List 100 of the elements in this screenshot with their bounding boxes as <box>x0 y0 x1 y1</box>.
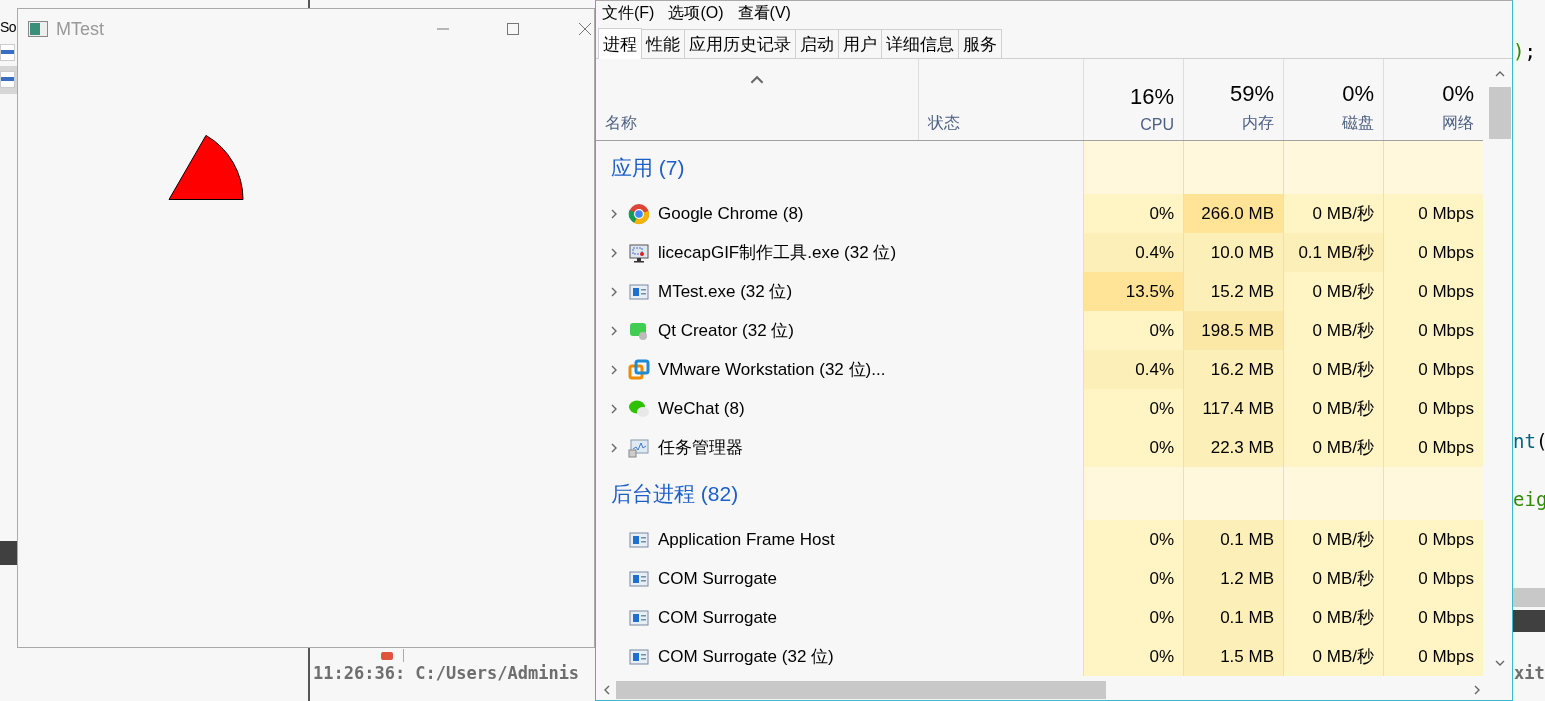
table-cell: 0 MB/秒 <box>1283 559 1383 598</box>
table-cell: 0.1 MB <box>1183 520 1283 559</box>
expand-icon[interactable] <box>609 208 619 219</box>
table-cell: 1.2 MB <box>1183 559 1283 598</box>
expand-icon[interactable] <box>609 403 619 414</box>
tab[interactable]: 进程 <box>598 28 642 59</box>
table-cell: 0 Mbps <box>1383 272 1483 311</box>
table-cell: 0 Mbps <box>1383 559 1483 598</box>
window-title: MTest <box>56 18 105 40</box>
process-name: COM Surrogate <box>658 607 778 628</box>
group-title: 应用 (7) <box>611 154 685 181</box>
column-header[interactable]: 状态 <box>928 113 960 134</box>
column-header[interactable]: 网络 <box>1442 113 1474 134</box>
table-cell: 0% <box>1083 559 1183 598</box>
scrollbar-thumb[interactable] <box>1488 87 1511 139</box>
scroll-up-icon[interactable] <box>1494 69 1505 79</box>
output-line: xit <box>1514 663 1545 683</box>
expand-icon[interactable] <box>609 286 619 297</box>
table-cell: 0 MB/秒 <box>1283 520 1383 559</box>
monitor-icon <box>628 241 650 264</box>
scrollbar-thumb[interactable] <box>616 681 1106 699</box>
process-name: VMware Workstation (32 位)... <box>658 359 886 381</box>
monitor-chart-icon <box>628 436 650 459</box>
column-total: 59% <box>1229 81 1274 107</box>
table-cell: 16.2 MB <box>1183 350 1283 389</box>
table-cell: 0 Mbps <box>1383 637 1483 676</box>
table-cell: 0 MB/秒 <box>1283 272 1383 311</box>
table-cell: 0 MB/秒 <box>1283 637 1383 676</box>
table-cell: 22.3 MB <box>1183 428 1283 467</box>
expand-icon[interactable] <box>609 247 619 258</box>
table-cell: 13.5% <box>1083 272 1183 311</box>
table-cell: 0 Mbps <box>1383 520 1483 559</box>
process-name: Application Frame Host <box>658 529 835 550</box>
column-total: 0% <box>1442 81 1474 107</box>
process-name: WeChat (8) <box>658 398 745 419</box>
table-cell: 0% <box>1083 520 1183 559</box>
table-cell: 0 Mbps <box>1383 194 1483 233</box>
column-header[interactable]: 内存 <box>1242 113 1274 134</box>
table-cell: 15.2 MB <box>1183 272 1283 311</box>
group-title: 后台进程 (82) <box>611 480 739 507</box>
process-name: 任务管理器 <box>658 437 743 459</box>
code-line: ); <box>1513 40 1536 62</box>
table-cell: 10.0 MB <box>1183 233 1283 272</box>
menu-item[interactable]: 选项(O) <box>668 2 724 24</box>
vm-icon <box>628 358 650 381</box>
expand-icon[interactable] <box>609 325 619 336</box>
process-name: Google Chrome (8) <box>658 203 804 224</box>
table-cell: 0 MB/秒 <box>1283 350 1383 389</box>
panel-strip <box>0 541 17 565</box>
process-name: COM Surrogate <box>658 568 778 589</box>
process-name: Qt Creator (32 位) <box>658 320 795 342</box>
table-cell: 0 Mbps <box>1383 311 1483 350</box>
table-cell: 1.5 MB <box>1183 637 1283 676</box>
expand-icon[interactable] <box>609 364 619 375</box>
sidebar-label: So <box>0 19 17 35</box>
table-cell: 0% <box>1083 598 1183 637</box>
tab[interactable]: 服务 <box>958 29 1002 58</box>
table-cell: 198.5 MB <box>1183 311 1283 350</box>
table-cell: 0 Mbps <box>1383 428 1483 467</box>
table-cell: 0 Mbps <box>1383 233 1483 272</box>
panel-strip <box>1513 610 1545 632</box>
column-header[interactable]: 名称 <box>605 113 637 134</box>
column-total: 0% <box>1342 81 1374 107</box>
table-cell: 0% <box>1083 637 1183 676</box>
scroll-left-icon[interactable] <box>602 685 612 695</box>
cpp-file-icon[interactable] <box>0 44 15 61</box>
table-cell: 0.1 MB/秒 <box>1283 233 1383 272</box>
column-header[interactable]: CPU <box>1140 116 1174 134</box>
expand-icon[interactable] <box>609 442 619 453</box>
process-name: COM Surrogate (32 位) <box>658 646 834 668</box>
app-icon <box>28 21 48 37</box>
maximize-icon[interactable] <box>506 22 520 36</box>
output-line: 11:26:36: C:/Users/Adminis <box>313 663 580 683</box>
table-cell: 0% <box>1083 311 1183 350</box>
cpp-file-icon[interactable] <box>0 71 15 88</box>
table-cell: 0% <box>1083 428 1183 467</box>
table-cell: 0 Mbps <box>1383 598 1483 637</box>
table-cell: 0 MB/秒 <box>1283 311 1383 350</box>
table-cell: 0% <box>1083 389 1183 428</box>
process-name: licecapGIF制作工具.exe (32 位) <box>658 242 897 264</box>
table-cell: 0 MB/秒 <box>1283 428 1383 467</box>
table-cell: 0 MB/秒 <box>1283 194 1383 233</box>
column-header[interactable]: 磁盘 <box>1342 113 1374 134</box>
code-line: eig <box>1513 488 1545 510</box>
column-total: 16% <box>1129 84 1174 110</box>
scrollbar-track <box>1513 588 1545 607</box>
table-cell: 0 Mbps <box>1383 350 1483 389</box>
table-cell: 117.4 MB <box>1183 389 1283 428</box>
close-icon[interactable] <box>381 651 393 660</box>
close-icon[interactable] <box>578 22 592 36</box>
table-cell: 0.1 MB <box>1183 598 1283 637</box>
table-cell: 266.0 MB <box>1183 194 1283 233</box>
table-cell: 0 MB/秒 <box>1283 598 1383 637</box>
table-cell: 0 Mbps <box>1383 389 1483 428</box>
menu-item[interactable]: 查看(V) <box>737 2 791 24</box>
scroll-down-icon[interactable] <box>1494 658 1505 668</box>
menu-item[interactable]: 文件(F) <box>602 2 655 24</box>
table-cell: 0.4% <box>1083 233 1183 272</box>
scroll-right-icon[interactable] <box>1472 685 1482 695</box>
code-line: nt( <box>1513 430 1545 452</box>
